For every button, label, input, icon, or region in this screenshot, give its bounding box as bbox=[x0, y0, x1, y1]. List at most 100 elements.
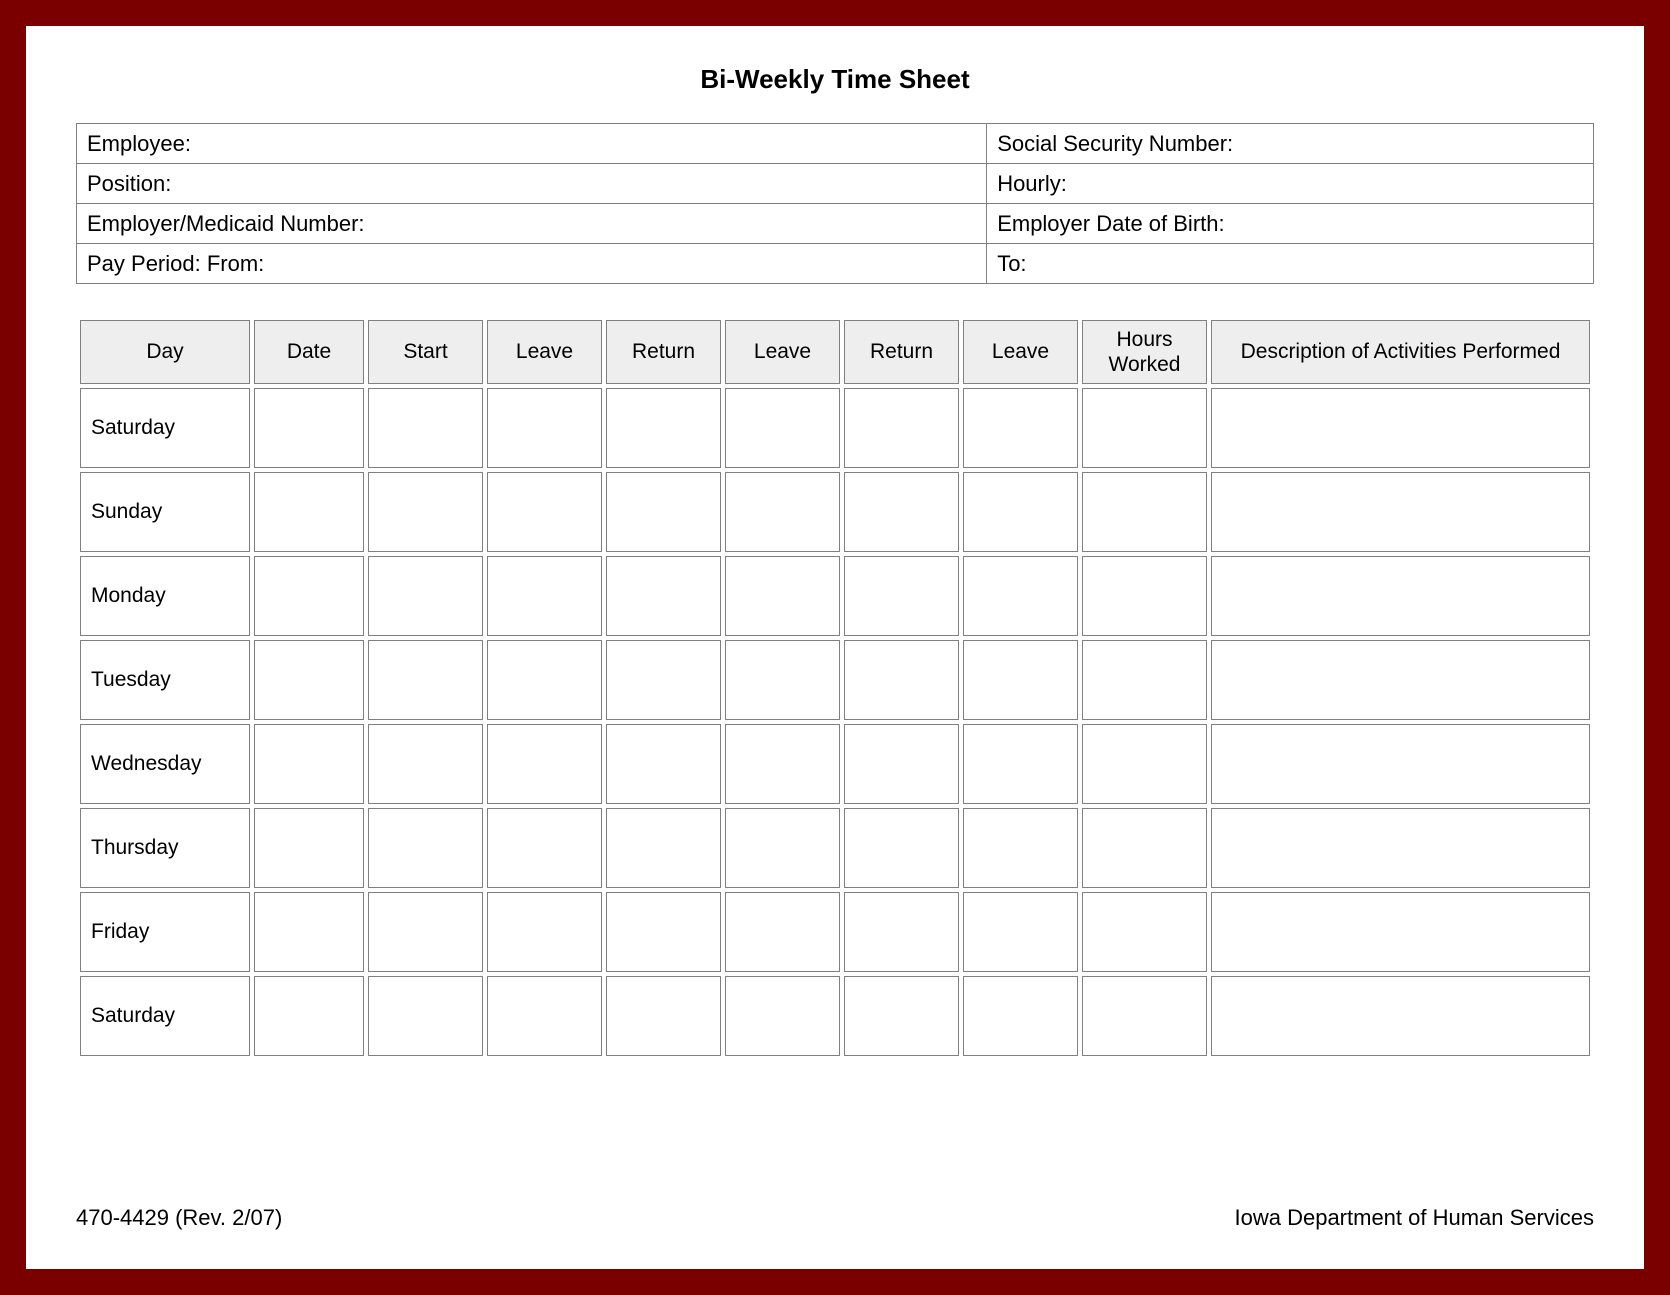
empty-cell bbox=[1211, 556, 1590, 636]
empty-cell bbox=[1082, 808, 1207, 888]
empty-cell bbox=[963, 724, 1078, 804]
col-header-hours: Hours Worked bbox=[1082, 320, 1207, 384]
empty-cell bbox=[487, 388, 602, 468]
empty-cell bbox=[963, 808, 1078, 888]
timesheet-header-row: Day Date Start Leave Return Leave Return… bbox=[80, 320, 1590, 384]
table-row: Thursday bbox=[80, 808, 1590, 888]
empty-cell bbox=[254, 724, 364, 804]
empty-cell bbox=[1082, 724, 1207, 804]
empty-cell bbox=[487, 808, 602, 888]
table-row: Sunday bbox=[80, 472, 1590, 552]
empty-cell bbox=[725, 892, 840, 972]
col-header-date: Date bbox=[254, 320, 364, 384]
empty-cell bbox=[254, 976, 364, 1056]
table-row: Saturday bbox=[80, 388, 1590, 468]
col-header-return: Return bbox=[844, 320, 959, 384]
col-header-leave: Leave bbox=[487, 320, 602, 384]
empty-cell bbox=[1211, 472, 1590, 552]
department-name: Iowa Department of Human Services bbox=[1235, 1205, 1595, 1231]
ssn-field: Social Security Number: bbox=[987, 124, 1594, 164]
page-title: Bi-Weekly Time Sheet bbox=[76, 64, 1594, 95]
empty-cell bbox=[606, 556, 721, 636]
day-cell: Thursday bbox=[80, 808, 250, 888]
empty-cell bbox=[725, 976, 840, 1056]
table-row: Tuesday bbox=[80, 640, 1590, 720]
empty-cell bbox=[725, 724, 840, 804]
empty-cell bbox=[844, 472, 959, 552]
empty-cell bbox=[1211, 976, 1590, 1056]
day-cell: Saturday bbox=[80, 388, 250, 468]
empty-cell bbox=[487, 976, 602, 1056]
empty-cell bbox=[254, 556, 364, 636]
empty-cell bbox=[254, 892, 364, 972]
empty-cell bbox=[844, 388, 959, 468]
empty-cell bbox=[606, 472, 721, 552]
empty-cell bbox=[844, 808, 959, 888]
empty-cell bbox=[368, 808, 483, 888]
empty-cell bbox=[1211, 808, 1590, 888]
empty-cell bbox=[844, 640, 959, 720]
empty-cell bbox=[963, 388, 1078, 468]
empty-cell bbox=[844, 976, 959, 1056]
empty-cell bbox=[368, 556, 483, 636]
timesheet-table: Day Date Start Leave Return Leave Return… bbox=[76, 316, 1594, 1060]
hourly-field: Hourly: bbox=[987, 164, 1594, 204]
empty-cell bbox=[844, 892, 959, 972]
empty-cell bbox=[725, 640, 840, 720]
day-cell: Wednesday bbox=[80, 724, 250, 804]
empty-cell bbox=[963, 976, 1078, 1056]
empty-cell bbox=[368, 640, 483, 720]
empty-cell bbox=[1211, 640, 1590, 720]
empty-cell bbox=[254, 388, 364, 468]
empty-cell bbox=[963, 556, 1078, 636]
page: Bi-Weekly Time Sheet Employee: Social Se… bbox=[26, 26, 1644, 1269]
empty-cell bbox=[1082, 976, 1207, 1056]
employee-field: Employee: bbox=[77, 124, 987, 164]
empty-cell bbox=[963, 892, 1078, 972]
empty-cell bbox=[368, 724, 483, 804]
pay-period-to-field: To: bbox=[987, 244, 1594, 284]
empty-cell bbox=[368, 388, 483, 468]
position-field: Position: bbox=[77, 164, 987, 204]
day-cell: Sunday bbox=[80, 472, 250, 552]
table-row: Friday bbox=[80, 892, 1590, 972]
col-header-leave: Leave bbox=[725, 320, 840, 384]
table-row: Monday bbox=[80, 556, 1590, 636]
empty-cell bbox=[725, 808, 840, 888]
empty-cell bbox=[606, 388, 721, 468]
col-header-return: Return bbox=[606, 320, 721, 384]
col-header-desc: Description of Activities Performed bbox=[1211, 320, 1590, 384]
empty-cell bbox=[368, 976, 483, 1056]
form-number: 470-4429 (Rev. 2/07) bbox=[76, 1205, 282, 1231]
employer-medicaid-field: Employer/Medicaid Number: bbox=[77, 204, 987, 244]
empty-cell bbox=[725, 472, 840, 552]
day-cell: Tuesday bbox=[80, 640, 250, 720]
col-header-day: Day bbox=[80, 320, 250, 384]
empty-cell bbox=[1082, 892, 1207, 972]
empty-cell bbox=[487, 472, 602, 552]
day-cell: Saturday bbox=[80, 976, 250, 1056]
info-table: Employee: Social Security Number: Positi… bbox=[76, 123, 1594, 284]
empty-cell bbox=[1211, 388, 1590, 468]
empty-cell bbox=[487, 892, 602, 972]
empty-cell bbox=[1082, 556, 1207, 636]
col-header-start: Start bbox=[368, 320, 483, 384]
empty-cell bbox=[254, 640, 364, 720]
footer: 470-4429 (Rev. 2/07) Iowa Department of … bbox=[76, 1205, 1594, 1231]
table-row: Saturday bbox=[80, 976, 1590, 1056]
empty-cell bbox=[368, 472, 483, 552]
empty-cell bbox=[606, 808, 721, 888]
empty-cell bbox=[963, 640, 1078, 720]
pay-period-from-field: Pay Period: From: bbox=[77, 244, 987, 284]
empty-cell bbox=[606, 640, 721, 720]
day-cell: Monday bbox=[80, 556, 250, 636]
day-cell: Friday bbox=[80, 892, 250, 972]
empty-cell bbox=[1211, 724, 1590, 804]
empty-cell bbox=[725, 556, 840, 636]
empty-cell bbox=[487, 556, 602, 636]
empty-cell bbox=[487, 640, 602, 720]
empty-cell bbox=[254, 472, 364, 552]
empty-cell bbox=[606, 976, 721, 1056]
empty-cell bbox=[963, 472, 1078, 552]
employer-dob-field: Employer Date of Birth: bbox=[987, 204, 1594, 244]
